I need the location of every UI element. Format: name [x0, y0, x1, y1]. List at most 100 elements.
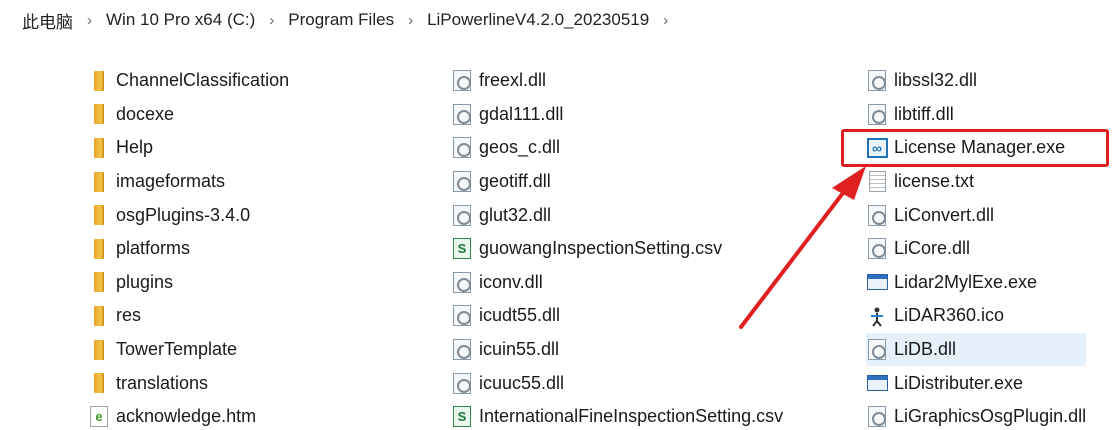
file-item[interactable]: e acknowledge.htm	[88, 400, 289, 430]
file-item[interactable]: gdal111.dll	[451, 98, 783, 132]
file-item[interactable]: ChannelClassification	[88, 64, 289, 98]
file-name: freexl.dll	[479, 70, 547, 91]
file-item[interactable]: platforms	[88, 232, 289, 266]
chevron-right-icon[interactable]: ›	[396, 12, 425, 29]
dll-file-icon	[451, 204, 473, 226]
folder-icon	[88, 204, 110, 226]
file-name: Lidar2MylExe.exe	[894, 271, 1038, 292]
file-name: acknowledge.htm	[116, 406, 257, 427]
file-item[interactable]: LiCore.dll	[866, 232, 1086, 266]
file-name: icuuc55.dll	[479, 372, 565, 393]
file-item[interactable]: osgPlugins-3.4.0	[88, 198, 289, 232]
file-item[interactable]: LiGraphicsOsgPlugin.dll	[866, 400, 1086, 430]
file-name: plugins	[116, 271, 174, 292]
chevron-right-icon[interactable]: ›	[257, 12, 286, 29]
license-manager-icon: ∞	[866, 137, 888, 159]
folder-icon	[88, 70, 110, 92]
file-name: geos_c.dll	[479, 137, 561, 158]
file-name: platforms	[116, 238, 191, 259]
file-name: license.txt	[894, 171, 975, 192]
file-item[interactable]: glut32.dll	[451, 198, 783, 232]
file-item[interactable]: freexl.dll	[451, 64, 783, 98]
file-item[interactable]: imageformats	[88, 165, 289, 199]
file-name: Help	[116, 137, 154, 158]
dll-file-icon	[451, 70, 473, 92]
file-name: imageformats	[116, 171, 226, 192]
breadcrumb-item[interactable]: Win 10 Pro x64 (C:)	[104, 10, 257, 30]
dll-file-icon	[451, 103, 473, 125]
dll-file-icon	[866, 406, 888, 428]
ico-file-icon	[866, 305, 888, 327]
file-item[interactable]: ∞ License Manager.exe	[866, 131, 1086, 165]
folder-icon	[88, 137, 110, 159]
dll-file-icon	[451, 271, 473, 293]
file-item[interactable]: icudt55.dll	[451, 299, 783, 333]
file-item[interactable]: SguowangInspectionSetting.csv	[451, 232, 783, 266]
dll-file-icon	[451, 372, 473, 394]
file-name: libssl32.dll	[894, 70, 978, 91]
file-column-2: freexl.dll gdal111.dll geos_c.dll geotiff.d…	[451, 64, 783, 430]
file-item[interactable]: geotiff.dll	[451, 165, 783, 199]
file-item[interactable]: res	[88, 299, 289, 333]
dll-file-icon	[451, 137, 473, 159]
file-item[interactable]: license.txt	[866, 165, 1086, 199]
breadcrumb-item[interactable]: 此电脑	[20, 8, 75, 33]
file-item[interactable]: Lidar2MylExe.exe	[866, 266, 1086, 300]
file-name: res	[116, 305, 142, 326]
folder-icon	[88, 103, 110, 125]
dll-file-icon	[866, 70, 888, 92]
breadcrumb-item[interactable]: Program Files	[286, 10, 396, 30]
txt-file-icon	[866, 171, 888, 193]
file-column-1: ChannelClassification docexe Help imageform…	[88, 64, 289, 430]
chevron-right-icon[interactable]: ›	[75, 12, 104, 29]
folder-icon	[88, 171, 110, 193]
file-item[interactable]: LiConvert.dll	[866, 198, 1086, 232]
arrow-head	[832, 166, 866, 200]
file-item[interactable]: libssl32.dll	[866, 64, 1086, 98]
file-name: geotiff.dll	[479, 171, 551, 192]
file-name: LiDistributer.exe	[894, 372, 1024, 393]
file-name: guowangInspectionSetting.csv	[479, 238, 723, 259]
file-name: ChannelClassification	[116, 70, 290, 91]
file-name: icudt55.dll	[479, 305, 561, 326]
dll-file-icon	[866, 204, 888, 226]
folder-icon	[88, 271, 110, 293]
file-name: gdal111.dll	[479, 103, 564, 124]
file-item[interactable]: translations	[88, 366, 289, 400]
file-name: iconv.dll	[479, 271, 543, 292]
file-item[interactable]: LiDB.dll	[866, 332, 1087, 367]
dll-file-icon	[866, 339, 888, 361]
breadcrumb-item[interactable]: LiPowerlineV4.2.0_20230519	[425, 10, 651, 30]
file-name: LiCore.dll	[894, 238, 971, 259]
file-item[interactable]: LiDAR360.ico	[866, 299, 1086, 333]
file-name: glut32.dll	[479, 204, 552, 225]
folder-icon	[88, 372, 110, 394]
file-item[interactable]: plugins	[88, 266, 289, 300]
file-item[interactable]: icuuc55.dll	[451, 366, 783, 400]
file-item[interactable]: libtiff.dll	[866, 98, 1086, 132]
file-name: InternationalFineInspectionSetting.csv	[479, 406, 784, 427]
file-item[interactable]: Help	[88, 131, 289, 165]
file-item[interactable]: geos_c.dll	[451, 131, 783, 165]
chevron-right-icon[interactable]: ›	[651, 12, 680, 29]
file-item[interactable]: docexe	[88, 98, 289, 132]
csv-file-icon: S	[451, 238, 473, 260]
file-item[interactable]: TowerTemplate	[88, 333, 289, 367]
dll-file-icon	[866, 238, 888, 260]
dll-file-icon	[451, 339, 473, 361]
file-name: docexe	[116, 103, 175, 124]
dll-file-icon	[866, 103, 888, 125]
file-item[interactable]: iconv.dll	[451, 266, 783, 300]
file-item[interactable]: icuin55.dll	[451, 333, 783, 367]
file-item[interactable]: LiDistributer.exe	[866, 366, 1086, 400]
file-name: translations	[116, 372, 209, 393]
file-name: TowerTemplate	[116, 339, 238, 360]
folder-icon	[88, 305, 110, 327]
dll-file-icon	[451, 305, 473, 327]
file-name: LiConvert.dll	[894, 204, 995, 225]
file-name: License Manager.exe	[894, 137, 1066, 158]
dll-file-icon	[451, 171, 473, 193]
htm-file-icon: e	[88, 406, 110, 428]
file-name: libtiff.dll	[894, 103, 954, 124]
file-item[interactable]: S InternationalFineInspectionSetting.csv	[451, 400, 783, 430]
